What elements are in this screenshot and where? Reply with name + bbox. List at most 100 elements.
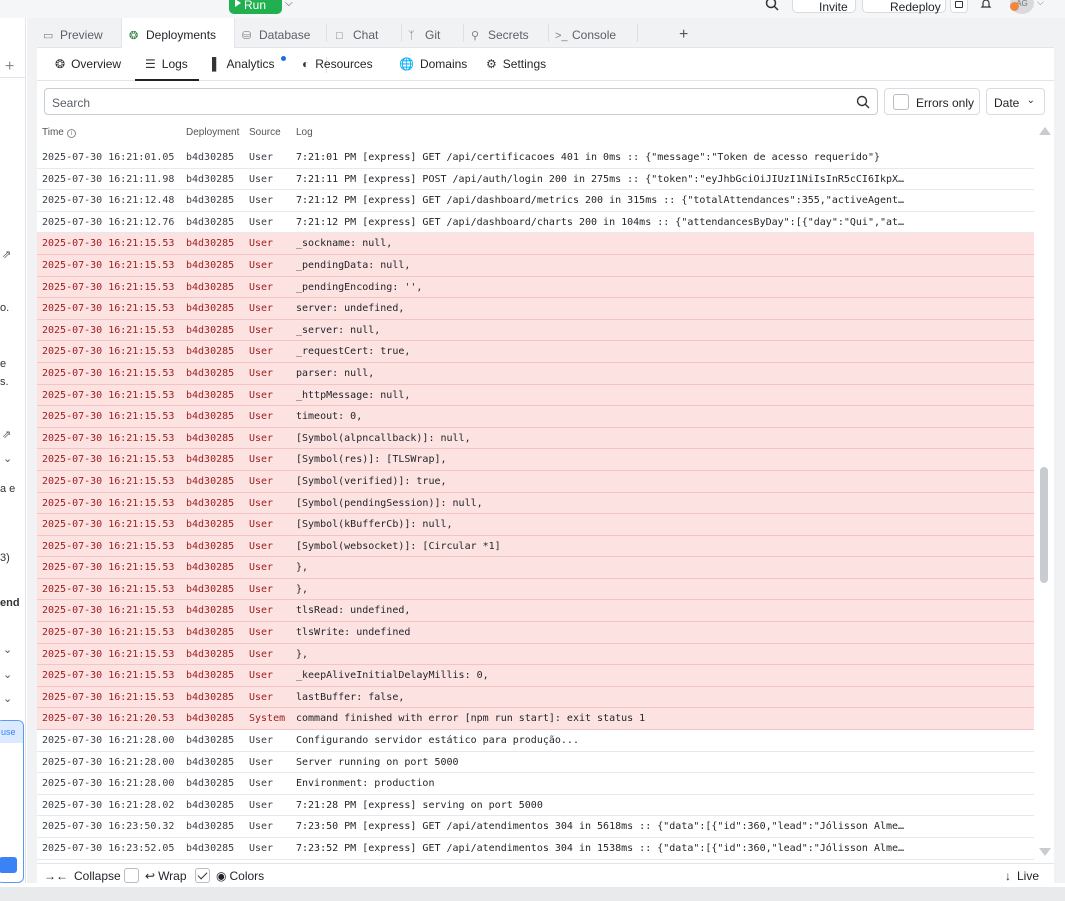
error-log-row[interactable]: 2025-07-30 16:21:15.53 b4d30285 User _reque…	[37, 341, 1034, 363]
log-message: tlsRead: undefined,	[296, 605, 411, 617]
chevron-down-icon[interactable]: ⌄	[3, 452, 12, 465]
external-link-icon[interactable]: ⇗	[2, 428, 11, 441]
error-log-row[interactable]: 2025-07-30 16:21:15.53 b4d30285 User parser…	[37, 362, 1034, 385]
log-row[interactable]: 2025-07-30 16:23:50.32 b4d30285 User 7:23:5…	[37, 816, 1034, 838]
error-log-row[interactable]: 2025-07-30 16:21:20.53 b4d30285 System comm…	[37, 708, 1034, 731]
error-log-row[interactable]: 2025-07-30 16:21:15.53 b4d30285 User [Symbo…	[37, 427, 1034, 450]
avatar[interactable]: AG	[1010, 0, 1034, 14]
log-row[interactable]: 2025-07-30 16:21:12.48 b4d30285 User 7:21:1…	[37, 190, 1034, 212]
add-tab-icon[interactable]: +	[679, 26, 688, 44]
subnav-overview[interactable]: ❂ Overview	[55, 48, 121, 81]
chevron-down-icon[interactable]: ⌄	[3, 668, 12, 681]
errors-only-toggle[interactable]: Errors only	[884, 88, 980, 115]
left-panel-card-button[interactable]	[0, 857, 17, 873]
error-log-row[interactable]: 2025-07-30 16:21:15.53 b4d30285 User timeou…	[37, 406, 1034, 428]
log-deployment: b4d30285	[186, 303, 235, 315]
error-log-row[interactable]: 2025-07-30 16:21:15.53 b4d30285 User tlsWri…	[37, 622, 1034, 644]
error-log-row[interactable]: 2025-07-30 16:21:15.53 b4d30285 User _httpM…	[37, 384, 1034, 407]
error-log-row[interactable]: 2025-07-30 16:21:15.53 b4d30285 User [Symbo…	[37, 492, 1034, 515]
search-input[interactable]: Search	[44, 88, 878, 115]
error-log-row[interactable]: 2025-07-30 16:21:15.53 b4d30285 User},	[37, 578, 1034, 601]
panel-toggle-button[interactable]	[950, 0, 968, 13]
log-row[interactable]: 2025-07-30 16:21:28.02 b4d30285 User 7:21:2…	[37, 795, 1034, 817]
error-log-row[interactable]: 2025-07-30 16:21:15.53 b4d30285 User server…	[37, 298, 1034, 320]
collapse-button[interactable]: →← Collapse	[44, 869, 121, 883]
left-panel-card[interactable]: use	[0, 720, 24, 883]
scroll-thumb[interactable]	[1040, 467, 1048, 583]
log-deployment: b4d30285	[186, 691, 235, 703]
error-log-row[interactable]: 2025-07-30 16:21:15.53 b4d30285 User tlsRea…	[37, 600, 1034, 623]
search-icon[interactable]	[856, 95, 870, 109]
scroll-up-icon[interactable]	[1039, 127, 1051, 135]
lock-icon: ⚲	[471, 30, 480, 42]
error-log-row[interactable]: 2025-07-30 16:21:15.53 b4d30285 User lastBu…	[37, 686, 1034, 709]
log-deployment: b4d30285	[186, 540, 235, 552]
column-time[interactable]: Time i	[42, 127, 76, 138]
search-icon[interactable]	[765, 0, 779, 11]
log-row[interactable]: 2025-07-30 16:21:01.05 b4d30285 User 7:21:0…	[37, 147, 1034, 169]
tab-label: Console	[572, 28, 617, 42]
error-log-row[interactable]: 2025-07-30 16:21:15.53 b4d30285 User _sockn…	[37, 233, 1034, 255]
tab-divider	[326, 24, 327, 42]
colors-toggle[interactable]: ◉ Colors	[195, 868, 264, 884]
subnav-domains[interactable]: 🌐 Domains	[399, 48, 467, 81]
chevron-down-icon[interactable]: ⌄	[3, 692, 12, 705]
invite-button[interactable]: Invite	[792, 0, 856, 14]
run-options-chevron-icon[interactable]: ⌵	[285, 0, 293, 9]
subnav-analytics[interactable]: ▌ Analytics	[212, 48, 275, 81]
subnav-settings[interactable]: ⚙ Settings	[486, 48, 546, 81]
wrap-checkbox[interactable]	[124, 868, 139, 884]
error-log-row[interactable]: 2025-07-30 16:21:15.53 b4d30285 User [Symbo…	[37, 470, 1034, 493]
add-icon[interactable]: +	[5, 58, 14, 76]
live-button[interactable]: ↓ Live	[1005, 869, 1039, 883]
log-row[interactable]: 2025-07-30 16:21:28.00 b4d30285 User Enviro…	[37, 773, 1034, 795]
error-log-row[interactable]: 2025-07-30 16:21:15.53 b4d30285 User [Symbo…	[37, 449, 1034, 471]
error-log-row[interactable]: 2025-07-30 16:21:15.53 b4d30285 User _keepA…	[37, 665, 1034, 687]
info-icon[interactable]: i	[66, 129, 76, 138]
log-row[interactable]: 2025-07-30 16:21:28.00 b4d30285 User Server…	[37, 752, 1034, 774]
tab-preview[interactable]: ▭ Preview	[43, 18, 123, 48]
avatar-chevron-icon[interactable]: ⌵	[1037, 0, 1044, 8]
tab-git[interactable]: ᛉ Git	[408, 18, 463, 48]
log-row[interactable]: 2025-07-30 16:21:28.00 b4d30285 User Config…	[37, 730, 1034, 752]
chevron-down-icon[interactable]: ⌄	[3, 643, 12, 656]
run-label: Run	[244, 0, 267, 12]
error-log-row[interactable]: 2025-07-30 16:21:15.53 b4d30285 User},	[37, 643, 1034, 666]
error-log-row[interactable]: 2025-07-30 16:21:15.53 b4d30285 User _pendi…	[37, 254, 1034, 277]
log-deployment: b4d30285	[186, 195, 235, 207]
log-row[interactable]: 2025-07-30 16:23:52.05 b4d30285 User 7:23:5…	[37, 838, 1034, 860]
bell-icon[interactable]	[980, 0, 992, 10]
error-log-row[interactable]: 2025-07-30 16:21:15.53 b4d30285 User},	[37, 557, 1034, 579]
log-row[interactable]: 2025-07-30 16:21:11.98 b4d30285 User 7:21:1…	[37, 169, 1034, 191]
error-log-row[interactable]: 2025-07-30 16:21:15.53 b4d30285 User [Symbo…	[37, 514, 1034, 536]
wrap-toggle[interactable]: ↩ Wrap	[124, 868, 187, 884]
log-row[interactable]: 2025-07-30 16:21:12.76 b4d30285 User 7:21:1…	[37, 212, 1034, 234]
error-log-row[interactable]: 2025-07-30 16:21:15.53 b4d30285 User _serve…	[37, 319, 1034, 342]
log-list[interactable]: 2025-07-30 16:21:01.05 b4d30285 User 7:21:0…	[37, 147, 1034, 863]
tab-deployments[interactable]: ❂ Deployments	[121, 18, 235, 49]
tab-divider	[548, 24, 549, 42]
tab-console[interactable]: >_ Console	[555, 18, 640, 48]
errors-only-label: Errors only	[916, 96, 975, 110]
tab-secrets[interactable]: ⚲ Secrets	[471, 18, 546, 48]
tab-chat[interactable]: □ Chat	[336, 18, 396, 48]
error-log-row[interactable]: 2025-07-30 16:21:15.53 b4d30285 User _pendi…	[37, 276, 1034, 299]
error-log-row[interactable]: 2025-07-30 16:21:15.53 b4d30285 User [Symbo…	[37, 535, 1034, 558]
log-message: _server: null,	[296, 324, 381, 336]
colors-checkbox[interactable]	[195, 868, 210, 884]
date-filter-dropdown[interactable]: Date ⌄	[986, 88, 1045, 115]
run-button[interactable]: Run	[229, 0, 282, 14]
redeploy-button[interactable]: Redeploy	[862, 0, 946, 14]
log-deployment: b4d30285	[186, 519, 235, 531]
log-scrollbar[interactable]	[1034, 121, 1054, 863]
gauge-icon: ◐	[302, 57, 310, 71]
errors-only-checkbox[interactable]	[893, 94, 909, 110]
subnav-resources[interactable]: ◐ Resources	[302, 48, 373, 81]
scroll-down-icon[interactable]	[1039, 848, 1051, 856]
tab-database[interactable]: ⛁ Database	[242, 18, 332, 48]
subnav-logs[interactable]: ☰ Logs	[135, 48, 199, 81]
log-time: 2025-07-30 16:21:15.53	[42, 238, 175, 250]
left-text-fragment: end	[0, 597, 20, 609]
external-link-icon[interactable]: ⇗	[2, 248, 11, 261]
left-panel: + ⇗ o. e s. ⇗ ⌄ a e 3) end ⌄ ⌄ ⌄ use	[0, 18, 26, 883]
